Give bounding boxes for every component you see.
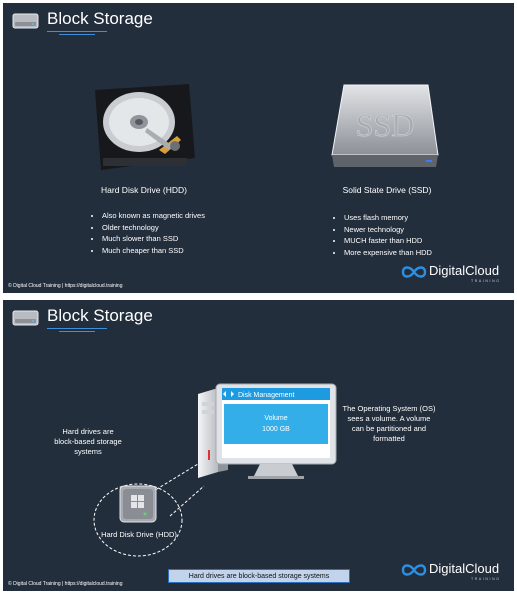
title-underline (59, 331, 95, 332)
list-item: Much slower than SSD (102, 233, 205, 245)
slide-block-storage-volume: Block Storage Hard drives are block-base… (3, 300, 514, 591)
hard-drive-icon (12, 310, 39, 326)
ssd-device-text: SSD (356, 107, 415, 143)
hard-drive-icon (12, 13, 39, 29)
slide-hdd-vs-ssd: Block Storage Hard Disk Drive (HDD) Also… (3, 3, 514, 293)
list-item: Uses flash memory (344, 212, 432, 224)
title-underline (59, 34, 95, 35)
hdd-label: Hard Disk Drive (HDD) (101, 530, 177, 539)
hdd-platter-icon (95, 84, 195, 170)
infinity-logo-icon (401, 266, 427, 278)
volume-size: 1000 GB (262, 426, 290, 433)
footer-copyright: © Digital Cloud Training | https://digit… (8, 581, 123, 587)
list-item: Much cheaper than SSD (102, 245, 205, 257)
windows-logo-icon (119, 485, 157, 523)
brand-sub: TRAINING (471, 279, 501, 283)
brand-logo: DigitalCloud TRAINING (401, 261, 506, 287)
volume-label: Volume (264, 415, 287, 422)
hdd-bullet-list: Also known as magnetic drives Older tech… (92, 210, 205, 256)
brand-logo: DigitalCloud TRAINING (401, 559, 506, 585)
footer-copyright: © Digital Cloud Training | https://digit… (8, 283, 123, 289)
page-title: Block Storage (47, 9, 153, 28)
caption-box: Hard drives are block-based storage syst… (168, 569, 350, 583)
list-item: Also known as magnetic drives (102, 210, 205, 222)
monitor-icon: Disk Management Volume 1000 GB (222, 388, 330, 444)
os-volume-description: The Operating System (OS) sees a volume.… (342, 404, 436, 443)
ssd-icon: SSD (331, 84, 439, 167)
list-item: MUCH faster than HDD (344, 235, 432, 247)
brand-name: DigitalCloud (429, 561, 500, 576)
disk-management-title: Disk Management (238, 392, 294, 399)
list-item: Older technology (102, 222, 205, 234)
list-item: Newer technology (344, 224, 432, 236)
ssd-label: Solid State Drive (SSD) (342, 185, 432, 195)
brand-sub: TRAINING (471, 577, 501, 581)
hard-drives-description: Hard drives are block-based storage syst… (54, 427, 122, 456)
title-underline (47, 31, 107, 32)
ssd-bullet-list: Uses flash memory Newer technology MUCH … (334, 212, 432, 258)
brand-name: DigitalCloud (429, 263, 500, 278)
hdd-label: Hard Disk Drive (HDD) (101, 185, 187, 195)
page-title: Block Storage (47, 306, 153, 325)
infinity-logo-icon (401, 564, 427, 576)
title-underline (47, 328, 107, 329)
list-item: More expensive than HDD (344, 247, 432, 259)
